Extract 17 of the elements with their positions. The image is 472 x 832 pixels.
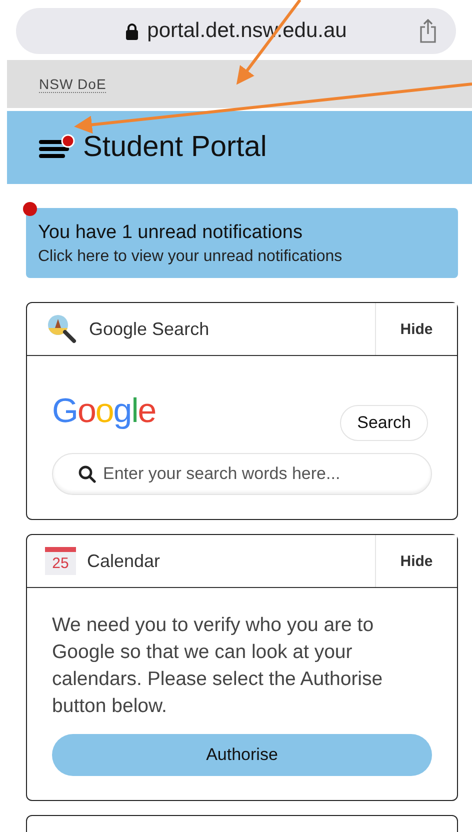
- card-message: We need you to verify who you are to Google so that we can look at your calendars. Please select the Authorise button below.: [52, 613, 384, 719]
- hide-button[interactable]: Hide: [375, 303, 457, 355]
- card-title: Google Search: [89, 318, 210, 340]
- notification-banner[interactable]: You have 1 unread notifications Click here to view your unread notifications: [26, 208, 458, 278]
- calendar-icon: 25: [45, 547, 76, 575]
- notification-title: You have 1 unread notifications: [38, 222, 304, 244]
- lock-icon: [125, 22, 140, 40]
- hide-button[interactable]: Hide: [375, 535, 457, 587]
- card-title: Calendar: [87, 550, 162, 572]
- page-title: Student Portal: [83, 131, 267, 164]
- authorise-button[interactable]: Authorise: [52, 734, 432, 776]
- google-logo: Google: [52, 392, 156, 431]
- share-icon[interactable]: [418, 19, 438, 43]
- search-button[interactable]: Search: [340, 405, 428, 441]
- site-link[interactable]: NSW DoE: [39, 76, 106, 92]
- search-field[interactable]: Enter your search words here...: [52, 453, 432, 495]
- notification-subtitle: Click here to view your unread notifications: [38, 248, 344, 266]
